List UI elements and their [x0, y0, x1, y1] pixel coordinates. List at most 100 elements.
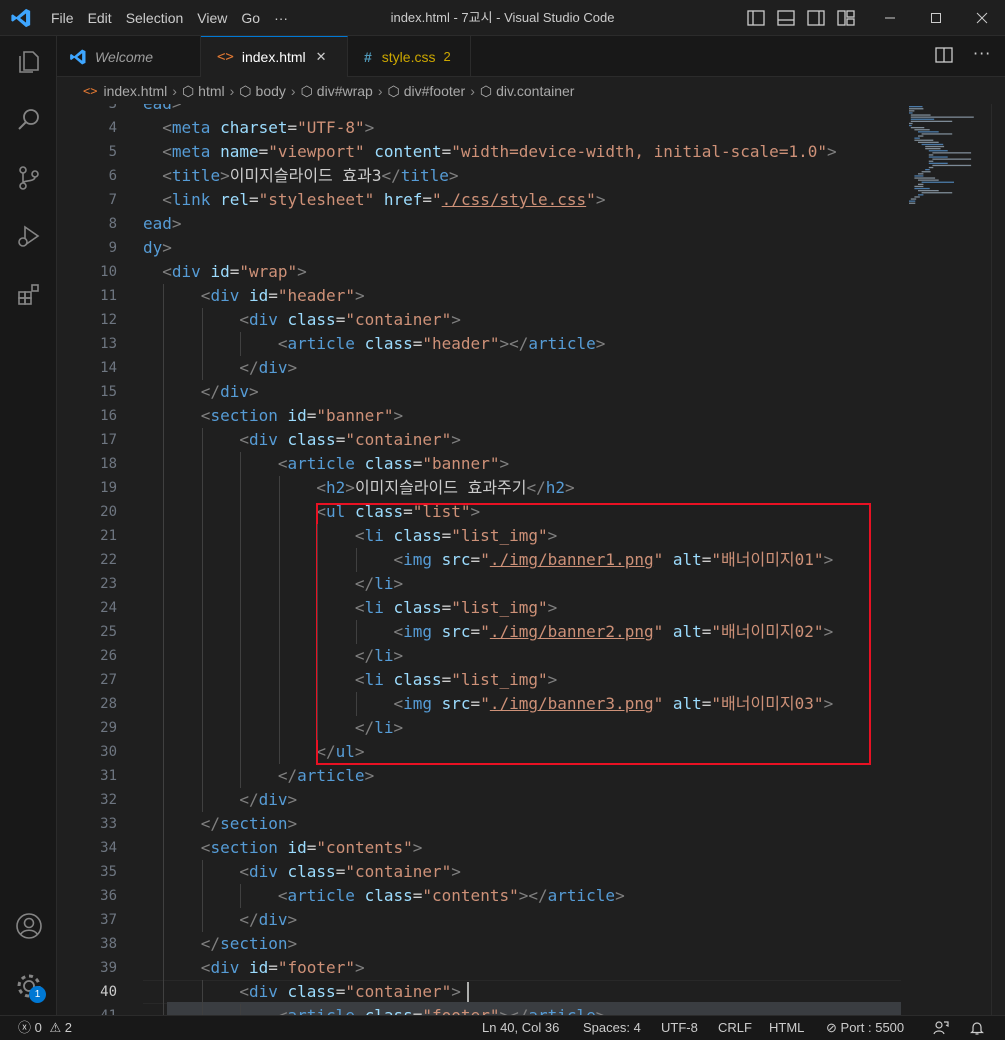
indent-guide	[163, 932, 165, 956]
toggle-primary-sidebar-icon[interactable]	[745, 8, 767, 28]
breadcrumb-file[interactable]: index.html	[103, 83, 167, 99]
code-line[interactable]: <article class="header"></article>	[143, 332, 606, 356]
indent-guide	[201, 740, 203, 764]
toggle-secondary-sidebar-icon[interactable]	[805, 8, 827, 28]
code-line[interactable]: </div>	[143, 908, 297, 932]
accounts-icon[interactable]	[0, 902, 57, 950]
code-line[interactable]: ead>	[143, 104, 182, 116]
more-actions-icon[interactable]: ···	[973, 44, 991, 63]
code-line[interactable]: <section id="banner">	[143, 404, 403, 428]
line-number: 19	[100, 480, 117, 496]
search-icon[interactable]	[0, 96, 57, 144]
menu-selection[interactable]: Selection	[119, 0, 191, 36]
text-cursor	[467, 982, 469, 1002]
menu-view[interactable]: View	[190, 0, 234, 36]
code-line[interactable]: <title>이미지슬라이드 효과3</title>	[143, 164, 458, 188]
code-line[interactable]: </section>	[143, 812, 297, 836]
vscode-logo-icon[interactable]	[10, 7, 32, 29]
code-line[interactable]: dy>	[143, 236, 172, 260]
explorer-icon[interactable]	[0, 38, 57, 86]
extensions-icon[interactable]	[0, 270, 57, 318]
menu-more[interactable]: ···	[267, 0, 295, 36]
code-line[interactable]: <div id="header">	[143, 284, 365, 308]
indent-guide	[240, 524, 242, 548]
menu-file[interactable]: File	[44, 0, 81, 36]
code-line[interactable]: <article class="footer"></article>	[143, 1004, 606, 1015]
tab-welcome[interactable]: Welcome	[57, 36, 201, 77]
vscode-icon	[70, 49, 86, 64]
indent-guide	[163, 548, 165, 572]
code-line[interactable]: </div>	[143, 380, 259, 404]
code-line[interactable]: <div id="wrap">	[143, 260, 307, 284]
code-line[interactable]: <meta name="viewport" content="width=dev…	[143, 140, 836, 164]
minimize-icon[interactable]	[867, 0, 913, 36]
code-line[interactable]: </section>	[143, 932, 297, 956]
code-line[interactable]: <div class="container">	[143, 860, 461, 884]
line-number: 12	[100, 312, 117, 328]
code-line[interactable]: <article class="contents"></article>	[143, 884, 625, 908]
cursor-position[interactable]: Ln 40, Col 36	[482, 1016, 559, 1040]
toggle-panel-icon[interactable]	[775, 8, 797, 28]
menu-go[interactable]: Go	[234, 0, 267, 36]
code-line[interactable]: <meta charset="UTF-8">	[143, 116, 374, 140]
minimap-line	[925, 148, 941, 150]
code-line[interactable]: </div>	[143, 788, 297, 812]
notifications-bell-icon[interactable]	[969, 1016, 985, 1040]
indent-guide	[163, 668, 165, 692]
close-icon[interactable]: ✕	[316, 49, 327, 65]
manage-gear-icon[interactable]: 1	[0, 962, 57, 1010]
indent-guide	[278, 572, 280, 596]
code-line[interactable]: </article>	[143, 764, 374, 788]
symbol-icon: ⬡	[387, 82, 400, 99]
code-line[interactable]: <div class="container">	[143, 308, 461, 332]
code-line[interactable]: </div>	[143, 356, 297, 380]
end-of-line[interactable]: CRLF	[718, 1016, 752, 1040]
feedback-icon[interactable]	[933, 1016, 949, 1040]
code-line[interactable]: <div id="footer">	[143, 956, 365, 980]
live-server-port[interactable]: ⊘ Port : 5500	[826, 1016, 904, 1040]
minimap-line	[921, 143, 944, 146]
breadcrumb-div-container[interactable]: div.container	[496, 83, 574, 99]
indent-guide	[163, 884, 165, 908]
minimap-line	[910, 116, 974, 118]
indent-guide	[317, 548, 319, 572]
code-line[interactable]: <article class="banner">	[143, 452, 509, 476]
maximize-icon[interactable]	[913, 0, 959, 36]
breadcrumb-div-wrap[interactable]: div#wrap	[317, 83, 373, 99]
problems-indicator[interactable]: ⓧ 0 ⚠ 2	[18, 1016, 72, 1040]
language-mode[interactable]: HTML	[769, 1016, 804, 1040]
run-and-debug-icon[interactable]	[0, 212, 57, 260]
minimap[interactable]	[907, 104, 997, 1015]
indent-guide	[278, 692, 280, 716]
menu-edit[interactable]: Edit	[81, 0, 119, 36]
vertical-scrollbar[interactable]	[991, 104, 1005, 1015]
code-line[interactable]: <section id="contents">	[143, 836, 423, 860]
code-line[interactable]: <h2>이미지슬라이드 효과주기</h2>	[143, 476, 574, 500]
tab-style-css[interactable]: # style.css 2	[348, 36, 471, 77]
code-editor[interactable]: 3 4 5 6 7 8 9 10 11 12 13 14 15 16 17 18 19 20 21 22 23 24 25 2…	[57, 104, 1005, 1015]
tab-index-html[interactable]: <> index.html ✕	[201, 36, 348, 77]
symbol-icon: ⬡	[239, 82, 252, 99]
breadcrumb-html[interactable]: html	[198, 83, 224, 99]
code-line[interactable]: ead>	[143, 212, 182, 236]
split-editor-icon[interactable]	[935, 46, 955, 66]
close-window-icon[interactable]	[959, 0, 1005, 36]
code-line[interactable]: <link rel="stylesheet" href="./css/style…	[143, 188, 605, 212]
line-number: 14	[100, 360, 117, 376]
breadcrumb-div-footer[interactable]: div#footer	[404, 83, 465, 99]
source-control-icon[interactable]	[0, 154, 57, 202]
indent-guide	[163, 404, 165, 428]
encoding[interactable]: UTF-8	[661, 1016, 698, 1040]
line-number: 27	[100, 672, 117, 688]
customize-layout-icon[interactable]	[835, 8, 857, 28]
indentation[interactable]: Spaces: 4	[583, 1016, 641, 1040]
breadcrumb-body[interactable]: body	[256, 83, 286, 99]
indent-guide	[201, 500, 203, 524]
code-line[interactable]: <div class="container">	[143, 428, 461, 452]
indent-guide	[240, 668, 242, 692]
indent-guide	[163, 956, 165, 980]
indent-guide	[201, 332, 203, 356]
code-line[interactable]: <div class="container">	[143, 980, 461, 1004]
line-number: 38	[100, 936, 117, 952]
indent-guide	[163, 452, 165, 476]
